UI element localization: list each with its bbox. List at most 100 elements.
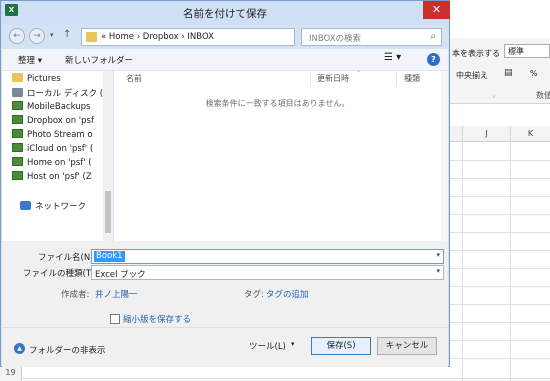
file-list: 名前 更新日時 ⌃ 種類 検索条件に一致する項目はありません。	[114, 70, 441, 241]
author-field[interactable]: 井ノ上陽一	[95, 288, 138, 300]
filetype-value: Excel ブック	[95, 270, 146, 280]
sidebar-item-label: MobileBackups	[27, 102, 91, 112]
sidebar-item-icloud[interactable]: iCloud on 'psf' (	[12, 143, 93, 157]
navigation-pane: Pictures ローカル ディスク (C MobileBackups Drop…	[2, 71, 113, 241]
number-group-label: 数値	[536, 91, 550, 100]
filetype-label: ファイルの種類(T):	[23, 269, 98, 279]
back-button[interactable]: ←	[9, 28, 25, 44]
grid-line	[448, 214, 550, 215]
sort-chevron-icon: ⌃	[356, 70, 362, 77]
search-icon[interactable]: ⌕	[430, 31, 436, 42]
command-toolbar: 整理 ▾ 新しいフォルダー ☰ ▾ ?	[2, 49, 448, 71]
scrollbar-thumb[interactable]	[105, 191, 111, 233]
sidebar-item-network[interactable]: ネットワーク	[20, 200, 86, 214]
sidebar-item-label: Photo Stream o	[27, 130, 93, 140]
cancel-button[interactable]: キャンセル	[377, 337, 437, 355]
column-header[interactable]: K	[510, 126, 550, 142]
column-header[interactable]: J	[462, 126, 510, 142]
close-button[interactable]: ✕	[423, 1, 450, 19]
filename-field[interactable]: Book1 ▾	[91, 249, 444, 264]
tools-button[interactable]: ツール(L)	[249, 340, 286, 352]
sidebar-item-label: Home on 'psf' (	[27, 158, 92, 168]
network-drive-icon	[12, 143, 23, 152]
column-separator[interactable]	[310, 73, 311, 85]
save-thumbnail-checkbox[interactable]	[110, 314, 120, 324]
view-options-icon[interactable]: ☰ ▾	[384, 52, 401, 63]
chevron-up-icon[interactable]: ▲	[14, 343, 25, 354]
sidebar-item-label: Host on 'psf' (Z	[27, 172, 92, 182]
pictures-folder-icon	[12, 73, 23, 82]
grid-line	[448, 160, 550, 161]
sidebar-item-pictures[interactable]: Pictures	[12, 73, 61, 87]
dialog-footer: ▲ フォルダーの非表示 ツール(L) ▾ 保存(S) キャンセル	[2, 327, 448, 367]
sidebar-item-label: Dropbox on 'psf	[27, 116, 94, 126]
chevron-down-icon[interactable]: ▾	[436, 251, 440, 259]
up-button[interactable]: ↑	[63, 29, 71, 40]
organize-button[interactable]: 整理 ▾	[18, 54, 42, 66]
sidebar-item-dropbox[interactable]: Dropbox on 'psf	[12, 115, 94, 129]
grid-line	[448, 304, 550, 305]
author-label: 作成者:	[61, 290, 90, 300]
sidebar-item-host[interactable]: Host on 'psf' (Z	[12, 171, 92, 185]
address-bar[interactable]: « Home › Dropbox › INBOX ▾ ↻	[81, 28, 370, 46]
save-as-dialog: X 名前を付けて保存 ✕ ← → ▾ ↑ « Home › Dropbox › …	[0, 0, 450, 367]
dialog-titlebar[interactable]: X 名前を付けて保存 ✕	[1, 1, 450, 25]
network-drive-icon	[12, 157, 23, 166]
tools-chevron-down-icon[interactable]: ▾	[291, 340, 295, 348]
column-header-type[interactable]: 種類	[404, 73, 420, 84]
column-headers: J K	[448, 126, 550, 142]
currency-format-icon[interactable]: ▤	[504, 68, 513, 78]
grid-line	[448, 232, 550, 233]
sidebar-item-label: ネットワーク	[35, 202, 87, 212]
column-header-date[interactable]: 更新日時	[317, 73, 349, 84]
grid-line	[448, 286, 550, 287]
navigation-scrollbar[interactable]	[103, 71, 113, 241]
grid-line	[448, 268, 550, 269]
search-placeholder: INBOXの検索	[309, 34, 362, 44]
recent-locations-chevron-icon[interactable]: ▾	[50, 31, 54, 39]
ribbon-center-align-button[interactable]: 中央揃え	[456, 70, 488, 81]
sidebar-item-home[interactable]: Home on 'psf' (	[12, 157, 92, 171]
navigation-bar: ← → ▾ ↑ « Home › Dropbox › INBOX ▾ ↻ INB…	[1, 25, 449, 49]
filename-value[interactable]: Book1	[94, 251, 125, 262]
hide-folders-button[interactable]: フォルダーの非表示	[29, 344, 106, 356]
sidebar-item-label: ローカル ディスク (C	[27, 89, 110, 99]
sidebar-item-label: iCloud on 'psf' (	[27, 144, 94, 154]
network-drive-icon	[12, 129, 23, 138]
network-drive-icon	[12, 115, 23, 124]
grid-line	[448, 178, 550, 179]
network-drive-icon	[12, 101, 23, 110]
add-tag-field[interactable]: タグの追加	[266, 288, 309, 300]
dialog-launcher-icon[interactable]: ⌟	[492, 92, 495, 99]
file-list-scrollbar[interactable]	[441, 71, 448, 241]
search-box[interactable]: INBOXの検索 ⌕	[301, 28, 442, 46]
save-form: ファイル名(N): Book1 ▾ ファイルの種類(T): Excel ブック …	[2, 241, 448, 327]
column-header-name[interactable]: 名前	[126, 73, 142, 84]
grid-line	[448, 196, 550, 197]
dialog-title: 名前を付けて保存	[183, 8, 267, 20]
new-folder-button[interactable]: 新しいフォルダー	[65, 54, 133, 66]
grid-line	[448, 340, 550, 341]
address-path[interactable]: « Home › Dropbox › INBOX	[101, 32, 214, 42]
save-thumbnail-label[interactable]: 縮小版を保存する	[123, 313, 191, 325]
filetype-select[interactable]: Excel ブック ▾	[91, 265, 444, 280]
sidebar-item-mobilebackups[interactable]: MobileBackups	[12, 101, 90, 115]
disk-icon	[12, 88, 23, 97]
ribbon-show-button[interactable]: 本を表示する	[452, 48, 500, 59]
sidebar-item-photo-stream[interactable]: Photo Stream o	[12, 129, 93, 143]
chevron-down-icon[interactable]: ▾	[436, 267, 440, 275]
tags-label: タグ:	[244, 290, 264, 300]
grid-line	[448, 358, 550, 359]
network-icon	[20, 201, 31, 210]
grid-line	[22, 378, 550, 379]
number-format-select[interactable]: 標準	[504, 44, 550, 58]
help-button[interactable]: ?	[427, 53, 440, 66]
grid-line	[448, 322, 550, 323]
row-header[interactable]: 19	[0, 367, 22, 379]
sidebar-item-local-disk[interactable]: ローカル ディスク (C	[12, 87, 109, 101]
forward-button[interactable]: →	[29, 28, 45, 44]
percent-button[interactable]: %	[530, 69, 538, 78]
column-separator[interactable]	[396, 73, 397, 85]
save-button[interactable]: 保存(S)	[311, 337, 371, 355]
sidebar-item-label: Pictures	[27, 74, 61, 84]
